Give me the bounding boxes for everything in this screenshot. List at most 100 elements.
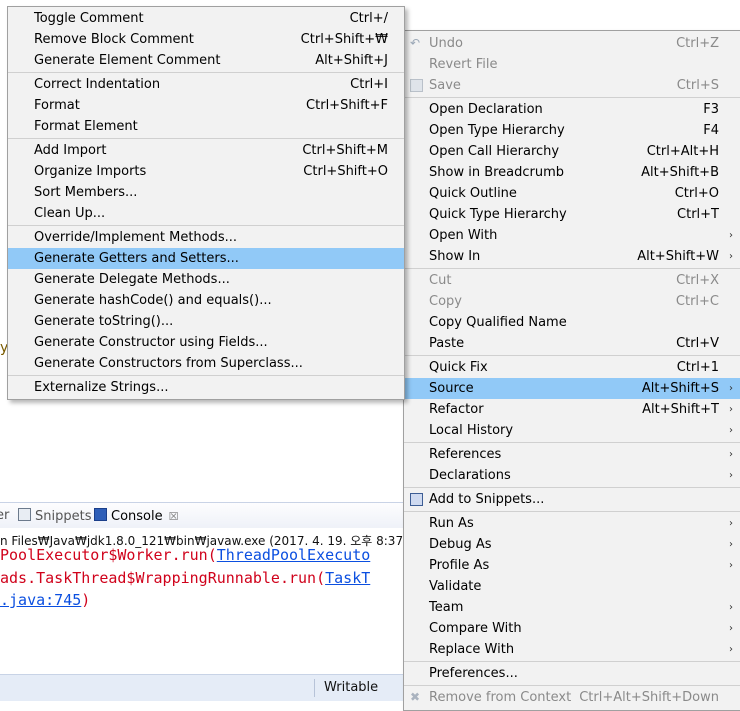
console-stack-link[interactable]: ThreadPoolExecuto [217, 546, 371, 564]
source-menu-item-generate-getters-and-setters[interactable]: Generate Getters and Setters... [8, 248, 404, 269]
console-line: PoolExecutor$Worker.run(ThreadPoolExecut… [0, 546, 370, 564]
remove-context-icon: ✖ [410, 690, 421, 704]
context-menu-item-local-history[interactable]: Local History › [404, 420, 740, 441]
menu-item-label: Revert File [429, 57, 498, 72]
context-menu-item-quick-type-hierarchy[interactable]: Quick Type Hierarchy Ctrl+T [404, 204, 740, 225]
context-menu-item-validate[interactable]: Validate [404, 576, 740, 597]
source-menu-item-format-element[interactable]: Format Element [8, 116, 404, 137]
menu-item-shortcut: Ctrl+I [350, 77, 388, 92]
context-menu-item-open-type-hierarchy[interactable]: Open Type Hierarchy F4 [404, 120, 740, 141]
context-menu-item-replace-with[interactable]: Replace With › [404, 639, 740, 660]
source-menu-item-correct-indentation[interactable]: Correct Indentation Ctrl+I [8, 74, 404, 95]
chevron-right-icon: › [729, 251, 733, 262]
menu-item-label: Generate hashCode() and equals()... [34, 293, 272, 308]
context-menu-item-team[interactable]: Team › [404, 597, 740, 618]
tab-snippets[interactable]: Snippets [18, 508, 91, 524]
menu-separator [8, 225, 404, 226]
context-menu-item-debug-as[interactable]: Debug As › [404, 534, 740, 555]
source-menu-item-generate-delegate-methods[interactable]: Generate Delegate Methods... [8, 269, 404, 290]
source-menu-item-generate-element-comment[interactable]: Generate Element Comment Alt+Shift+J [8, 50, 404, 71]
tab-partial-view[interactable]: er [0, 508, 9, 523]
menu-item-label: Generate Constructors from Superclass... [34, 356, 303, 371]
source-menu-item-format[interactable]: Format Ctrl+Shift+F [8, 95, 404, 116]
menu-item-label: Show in Breadcrumb [429, 165, 565, 180]
menu-separator [404, 442, 740, 443]
context-menu-item-show-in[interactable]: Show In Alt+Shift+W › [404, 246, 740, 267]
source-menu-item-generate-tostring[interactable]: Generate toString()... [8, 311, 404, 332]
context-menu-item-undo: ↶ Undo Ctrl+Z [404, 33, 740, 54]
source-menu-item-toggle-comment[interactable]: Toggle Comment Ctrl+/ [8, 8, 404, 29]
chevron-right-icon: › [729, 425, 733, 436]
menu-item-label: Source [429, 381, 474, 396]
menu-item-shortcut: Alt+Shift+S [641, 381, 719, 396]
source-menu-item-sort-members[interactable]: Sort Members... [8, 182, 404, 203]
source-menu-item-remove-block-comment[interactable]: Remove Block Comment Ctrl+Shift+₩ [8, 29, 404, 50]
menu-item-label: Generate Constructor using Fields... [34, 335, 268, 350]
source-menu-item-clean-up[interactable]: Clean Up... [8, 203, 404, 224]
tab-console[interactable]: Console ☒ [94, 508, 178, 524]
source-menu-item-generate-constructors-from-superclass[interactable]: Generate Constructors from Superclass... [8, 353, 404, 374]
chevron-right-icon: › [729, 470, 733, 481]
menu-item-label: References [429, 447, 502, 462]
context-menu-item-open-declaration[interactable]: Open Declaration F3 [404, 99, 740, 120]
context-menu-item-quick-outline[interactable]: Quick Outline Ctrl+O [404, 183, 740, 204]
context-menu-item-run-as[interactable]: Run As › [404, 513, 740, 534]
menu-item-label: Open With [429, 228, 498, 243]
menu-item-label: Add to Snippets... [429, 492, 545, 507]
context-menu-item-show-in-breadcrumb[interactable]: Show in Breadcrumb Alt+Shift+B [404, 162, 740, 183]
console-line-text: PoolExecutor$Worker.run( [0, 546, 217, 564]
source-menu-item-externalize-strings[interactable]: Externalize Strings... [8, 377, 404, 398]
console-stack-link[interactable]: .java:745 [0, 591, 81, 609]
menu-item-shortcut: Ctrl+Alt+H [646, 144, 719, 159]
context-menu-item-declarations[interactable]: Declarations › [404, 465, 740, 486]
menu-separator [8, 72, 404, 73]
source-menu-item-organize-imports[interactable]: Organize Imports Ctrl+Shift+O [8, 161, 404, 182]
context-menu-item-copy-qualified-name[interactable]: Copy Qualified Name [404, 312, 740, 333]
context-menu-item-compare-with[interactable]: Compare With › [404, 618, 740, 639]
menu-separator [404, 355, 740, 356]
source-menu-item-add-import[interactable]: Add Import Ctrl+Shift+M [8, 140, 404, 161]
source-menu-item-generate-hashcode-and-equals[interactable]: Generate hashCode() and equals()... [8, 290, 404, 311]
menu-item-shortcut: Ctrl+1 [676, 360, 719, 375]
menu-item-label: Declarations [429, 468, 511, 483]
chevron-right-icon: › [729, 230, 733, 241]
menu-item-label: Undo [429, 36, 463, 51]
chevron-right-icon: › [729, 560, 733, 571]
menu-item-label: Run As [429, 516, 474, 531]
tab-console-label: Console [111, 509, 163, 524]
context-menu-item-quick-fix[interactable]: Quick Fix Ctrl+1 [404, 357, 740, 378]
menu-item-label: Local History [429, 423, 514, 438]
context-menu-item-references[interactable]: References › [404, 444, 740, 465]
context-menu-item-profile-as[interactable]: Profile As › [404, 555, 740, 576]
menu-item-label: Show In [429, 249, 481, 264]
console-stack-link[interactable]: TaskT [325, 569, 370, 587]
menu-item-label: Paste [429, 336, 465, 351]
editor-context-menu: ↶ Undo Ctrl+Z Revert File Save Ctrl+S Open Dec… [403, 30, 740, 711]
context-menu-item-save: Save Ctrl+S [404, 75, 740, 96]
context-menu-item-open-with[interactable]: Open With › [404, 225, 740, 246]
menu-item-label: Add Import [34, 143, 107, 158]
menu-item-shortcut: Ctrl+V [676, 336, 719, 351]
source-menu-item-override-implement-methods[interactable]: Override/Implement Methods... [8, 227, 404, 248]
close-icon[interactable]: ☒ [169, 510, 179, 523]
source-menu-item-generate-constructor-using-fields[interactable]: Generate Constructor using Fields... [8, 332, 404, 353]
menu-item-shortcut: Ctrl+S [676, 78, 719, 93]
menu-item-shortcut: Ctrl+O [674, 186, 719, 201]
editor-top-area [400, 0, 740, 26]
context-menu-item-source[interactable]: Source Alt+Shift+S › [404, 378, 740, 399]
context-menu-item-preferences[interactable]: Preferences... [404, 663, 740, 684]
context-menu-item-add-to-snippets[interactable]: Add to Snippets... [404, 489, 740, 510]
context-menu-item-refactor[interactable]: Refactor Alt+Shift+T › [404, 399, 740, 420]
menu-item-shortcut: Alt+Shift+J [315, 53, 388, 68]
menu-item-label: Format [34, 98, 80, 113]
console-line: ads.TaskThread$WrappingRunnable.run(Task… [0, 569, 370, 587]
menu-separator [404, 661, 740, 662]
context-menu-item-copy: Copy Ctrl+C [404, 291, 740, 312]
chevron-right-icon: › [729, 602, 733, 613]
menu-item-label: Generate Getters and Setters... [34, 251, 239, 266]
chevron-right-icon: › [729, 404, 733, 415]
context-menu-item-open-call-hierarchy[interactable]: Open Call Hierarchy Ctrl+Alt+H [404, 141, 740, 162]
context-menu-item-paste[interactable]: Paste Ctrl+V [404, 333, 740, 354]
menu-item-label: Generate Element Comment [34, 53, 221, 68]
menu-item-label: Refactor [429, 402, 484, 417]
